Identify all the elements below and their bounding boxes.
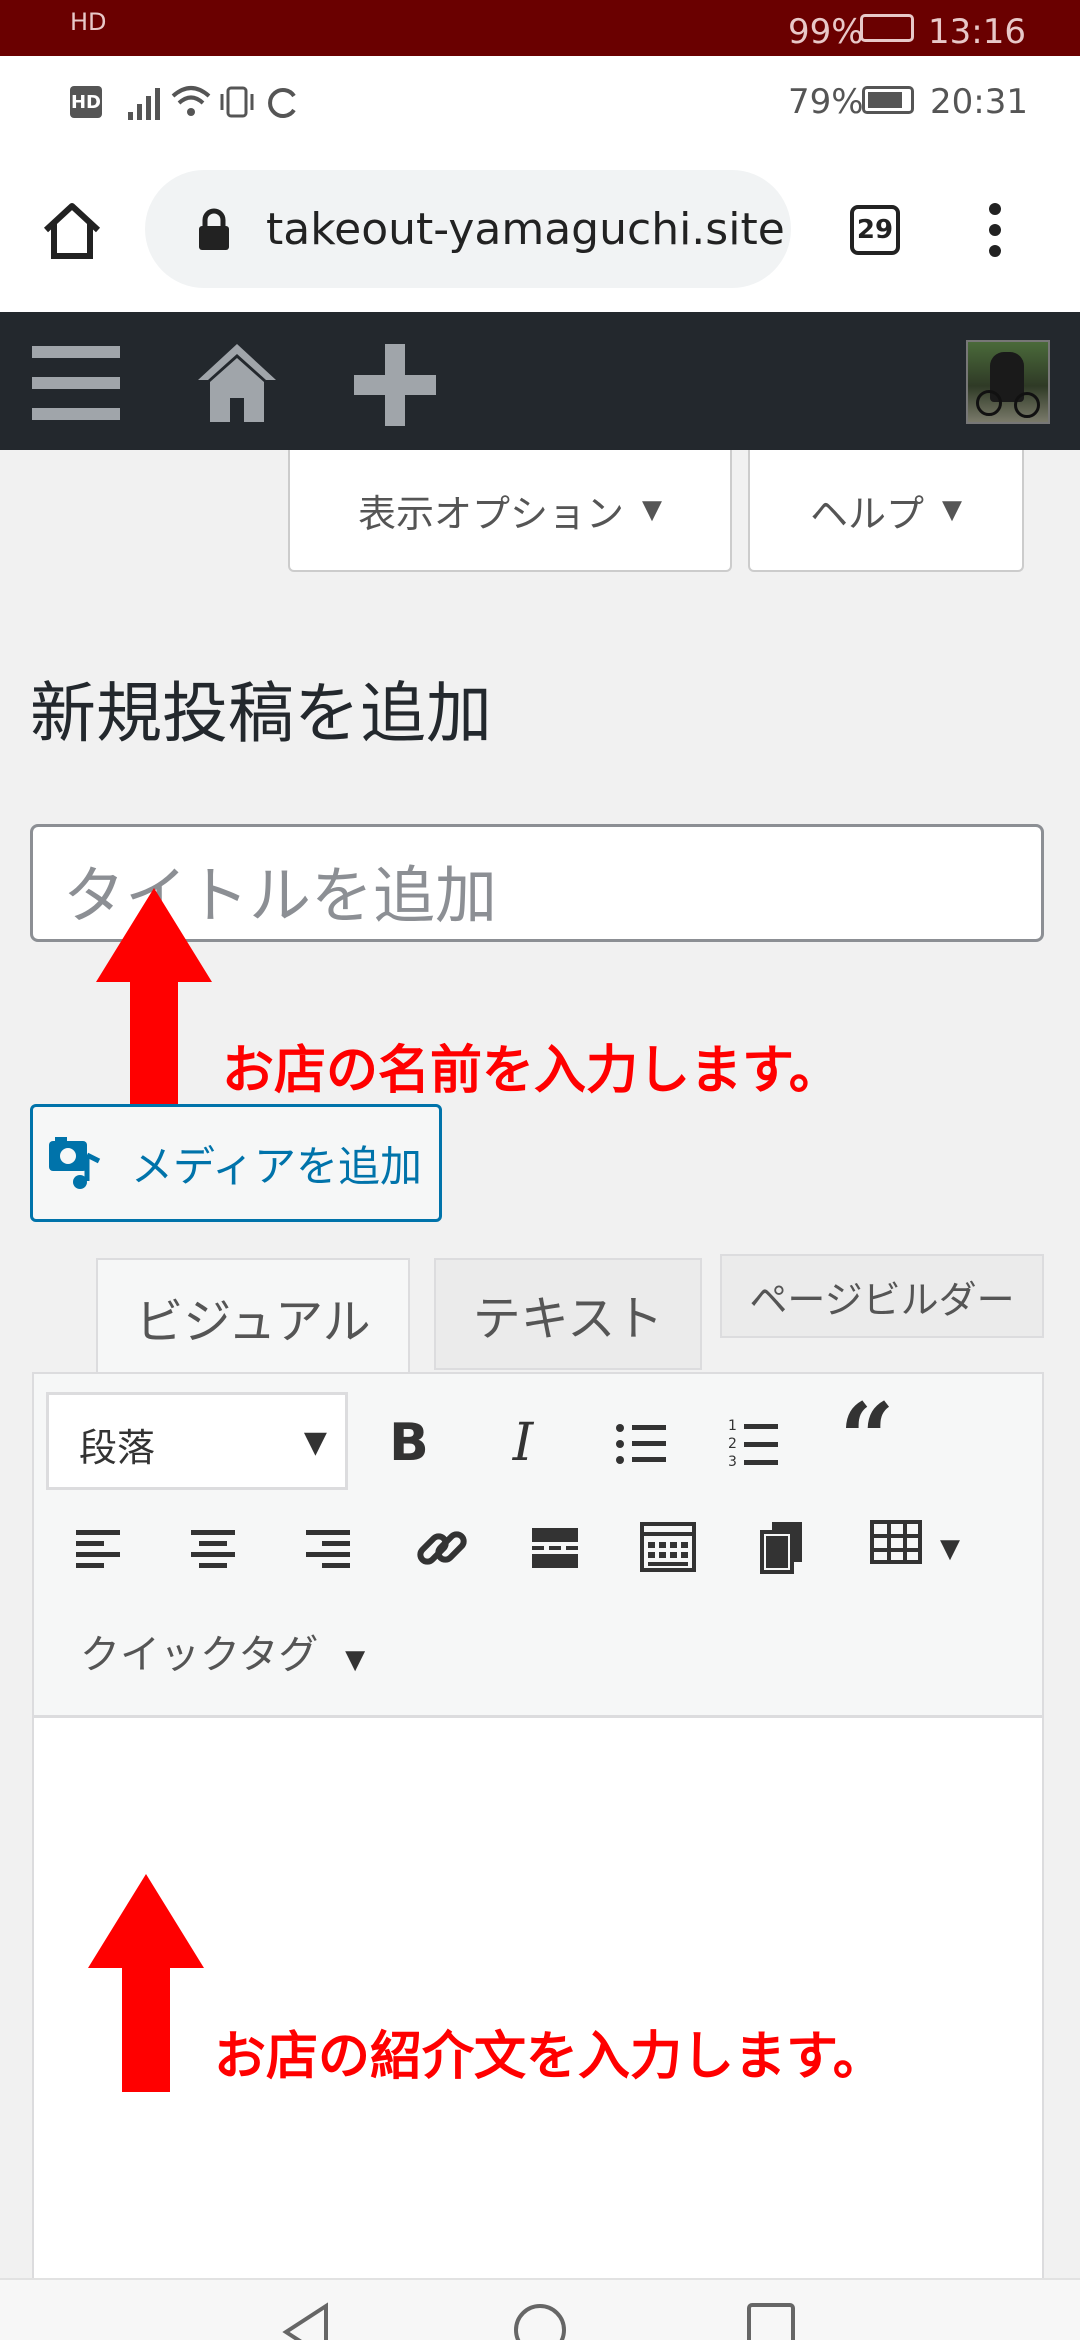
overlay-battery-text: 99% (788, 12, 864, 52)
battery-icon (860, 14, 914, 42)
triangle-down-icon: ▼ (940, 1534, 960, 1564)
admin-bar (0, 312, 1080, 450)
avatar[interactable] (966, 340, 1050, 424)
page-title: 新規投稿を追加 (30, 675, 492, 752)
screen-options-label: 表示オプション (357, 491, 624, 536)
back-icon[interactable] (282, 2302, 330, 2340)
format-select-value: 段落 (79, 1426, 156, 1470)
triangle-down-icon: ▼ (303, 1425, 327, 1460)
tab-text[interactable]: テキスト (434, 1258, 702, 1370)
tab-visual-label: ビジュアル (135, 1294, 371, 1350)
table-button[interactable]: ▼ (870, 1520, 970, 1576)
menu-icon[interactable] (32, 346, 120, 420)
numbered-list-icon[interactable]: 1 2 3 (726, 1416, 780, 1470)
battery-icon (862, 86, 914, 114)
overlay-status-strip: HD 99% 13:16 (0, 0, 1080, 56)
hd-icon: HD (70, 86, 102, 118)
hd-icon: HD (70, 8, 107, 36)
arrow-up-icon (96, 888, 212, 1108)
toolbar-toggle-icon[interactable] (640, 1522, 696, 1572)
vibrate-icon (220, 86, 254, 118)
title-annotation: お店の名前を入力します。 (222, 1041, 841, 1101)
blockquote-button[interactable]: “ (834, 1382, 900, 1495)
bold-icon: B (389, 1413, 429, 1473)
tab-text-label: テキスト (472, 1291, 664, 1347)
wifi-icon (171, 86, 211, 116)
screen-options-button[interactable]: 表示オプション ▼ (288, 450, 732, 572)
signal-icon (128, 88, 160, 120)
arrow-up-icon (88, 1874, 204, 2092)
sync-icon (268, 88, 296, 118)
lock-icon (199, 208, 229, 250)
read-more-icon[interactable] (530, 1526, 580, 1570)
tab-visual[interactable]: ビジュアル (96, 1258, 410, 1374)
page-builder-button[interactable]: ページビルダー (720, 1254, 1044, 1338)
triangle-down-icon: ▼ (942, 495, 962, 525)
plus-icon[interactable] (354, 344, 436, 426)
svg-text:3: 3 (728, 1454, 737, 1470)
triangle-down-icon: ▼ (345, 1645, 366, 1675)
help-button[interactable]: ヘルプ ▼ (748, 450, 1024, 572)
align-right-icon[interactable] (304, 1526, 350, 1570)
battery-percent: 79% (788, 82, 864, 122)
align-left-icon[interactable] (76, 1526, 122, 1570)
format-select[interactable]: 段落 ▼ (46, 1392, 348, 1490)
paste-icon[interactable] (760, 1520, 804, 1574)
tab-switcher-button[interactable]: 29 (850, 205, 900, 255)
bold-button[interactable]: B (378, 1410, 440, 1476)
avatar-wheel (1014, 392, 1040, 418)
home-icon[interactable] (198, 342, 276, 422)
navigation-bar (0, 2278, 1080, 2340)
recents-icon[interactable] (746, 2302, 796, 2340)
media-icon (49, 1137, 101, 1189)
avatar-wheel (976, 390, 1002, 416)
help-label: ヘルプ (809, 491, 924, 536)
blockquote-icon: “ (839, 1381, 895, 1495)
quicktag-label: クイックタグ (80, 1632, 319, 1678)
add-media-label: メディアを追加 (131, 1141, 423, 1191)
align-center-icon[interactable] (190, 1526, 236, 1570)
page-builder-label: ページビルダー (749, 1277, 1015, 1322)
add-media-button[interactable]: メディアを追加 (30, 1104, 442, 1222)
italic-icon: I (512, 1413, 534, 1473)
triangle-down-icon: ▼ (642, 495, 662, 525)
url-text: takeout-yamaguchi.site (266, 204, 785, 255)
table-icon (870, 1520, 922, 1564)
italic-button[interactable]: I (492, 1410, 554, 1476)
quicktag-button[interactable]: クイックタグ ▼ (80, 1622, 365, 1680)
bullet-list-icon[interactable] (614, 1420, 668, 1468)
svg-text:1: 1 (728, 1418, 737, 1434)
status-bar: HD 79% 20:31 (0, 56, 1080, 152)
link-icon[interactable] (414, 1520, 470, 1576)
more-menu-icon[interactable] (980, 200, 1010, 260)
svg-text:2: 2 (728, 1436, 737, 1452)
home-icon[interactable] (40, 200, 104, 260)
clock: 20:31 (930, 82, 1028, 122)
home-nav-icon[interactable] (512, 2302, 568, 2340)
overlay-time: 13:16 (928, 12, 1026, 52)
content-annotation: お店の紹介文を入力します。 (214, 2027, 885, 2087)
